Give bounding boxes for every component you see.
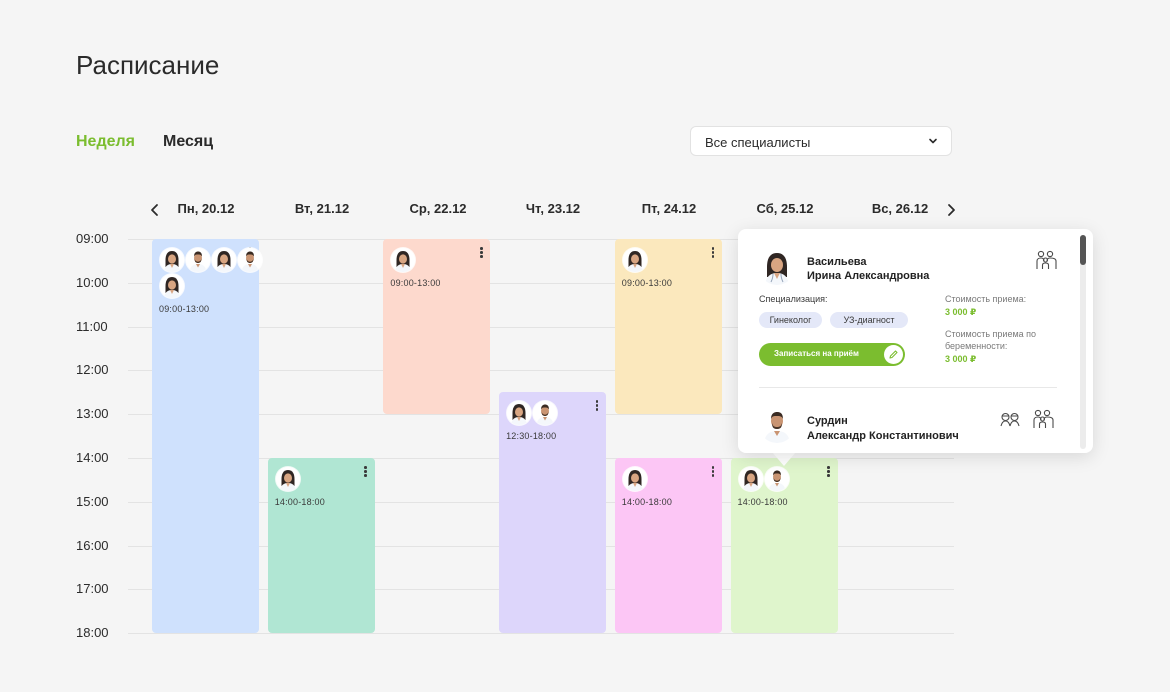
female-doctor-avatar-icon[interactable] xyxy=(507,401,532,426)
schedule-block[interactable]: 09:00-13:00 xyxy=(383,239,491,415)
time-label: 14:00 xyxy=(76,450,109,465)
doctor-last-name: Васильева xyxy=(807,256,867,268)
specialist-filter-select[interactable]: Все специалисты xyxy=(690,126,952,156)
page-title: Расписание xyxy=(76,50,220,80)
specialization-label: Специализация: xyxy=(759,294,828,304)
day-header-sat: Сб, 25.12 xyxy=(756,201,814,216)
doctor-avatar xyxy=(759,249,795,285)
specialization-chip-gynecologist: Гинеколог xyxy=(759,312,822,328)
doctor-avatar xyxy=(759,407,795,443)
female-doctor-avatar-icon[interactable] xyxy=(738,467,763,491)
more-options-icon[interactable] xyxy=(363,466,369,478)
block-time-range: 14:00-18:00 xyxy=(274,497,325,507)
time-label: 15:00 xyxy=(76,493,109,509)
time-label: 13:00 xyxy=(76,406,109,422)
block-time-range: 12:30-18:00 xyxy=(506,431,557,442)
female-doctor-avatar-icon xyxy=(759,249,795,285)
female-doctor-avatar-icon[interactable] xyxy=(391,248,416,272)
chevron-down-icon xyxy=(929,138,937,144)
female-doctor-avatar-icon[interactable] xyxy=(160,248,184,272)
more-options-icon[interactable] xyxy=(478,247,484,259)
tab-week[interactable]: Неделя xyxy=(76,133,135,151)
popup-scrollbar-track xyxy=(1080,235,1086,449)
time-label: 16:00 xyxy=(76,537,109,553)
doctor-first-names: Ирина Александровна xyxy=(807,270,930,282)
male-doctor-avatar-icon[interactable] xyxy=(533,401,558,426)
more-options-icon[interactable] xyxy=(826,466,832,478)
book-appointment-label: Записаться на приём xyxy=(774,349,859,358)
schedule-block[interactable]: 12:30-18:00 xyxy=(499,392,607,634)
female-doctor-avatar-icon[interactable] xyxy=(275,467,300,491)
doctor-info-popup: Васильева Ирина Александровна Специализа… xyxy=(738,229,1093,453)
time-label: 11:00 xyxy=(76,318,108,334)
more-options-icon[interactable] xyxy=(710,247,716,259)
day-header-wed: Ср, 22.12 xyxy=(409,201,467,216)
female-doctor-avatar-icon[interactable] xyxy=(160,274,184,298)
female-doctor-avatar-icon[interactable] xyxy=(212,248,236,272)
day-header-mon: Пн, 20.12 xyxy=(177,201,235,216)
schedule-block[interactable]: 09:00-13:00 xyxy=(614,239,722,415)
female-doctor-avatar-icon[interactable] xyxy=(622,467,647,491)
time-label: 10:00 xyxy=(76,274,109,290)
popup-scrollbar-thumb[interactable] xyxy=(1080,235,1086,265)
schedule-block[interactable]: 14:00-18:00 xyxy=(614,458,722,634)
block-time-range: 14:00-18:00 xyxy=(621,497,673,507)
family-icon xyxy=(1033,409,1054,428)
price-value: 3 000 ₽ xyxy=(945,307,977,317)
schedule-block[interactable]: 09:00-13:00 xyxy=(152,239,262,634)
doctor-last-name: Сурдин xyxy=(807,415,848,427)
popup-pointer xyxy=(772,452,796,466)
day-header-thu: Чт, 23.12 xyxy=(525,201,581,216)
hour-grid-line xyxy=(128,633,954,635)
female-doctor-avatar-icon[interactable] xyxy=(622,248,647,272)
male-doctor-avatar-icon[interactable] xyxy=(238,248,262,272)
block-time-range: 14:00-18:00 xyxy=(737,497,788,507)
male-doctor-avatar-icon[interactable] xyxy=(186,248,210,272)
price-label: Стоимость приема: xyxy=(945,294,1027,304)
male-doctor-avatar-icon[interactable] xyxy=(764,467,789,491)
day-header-sun: Вс, 26.12 xyxy=(871,201,929,216)
pencil-icon xyxy=(884,345,903,364)
schedule-block[interactable]: 14:00-18:00 xyxy=(730,458,838,634)
family-icon xyxy=(1036,250,1057,269)
schedule-block[interactable]: 14:00-18:00 xyxy=(267,458,375,634)
block-time-range: 09:00-13:00 xyxy=(390,278,441,288)
tab-month[interactable]: Месяц xyxy=(163,133,213,151)
time-label: 18:00 xyxy=(76,625,109,641)
book-appointment-button[interactable]: Записаться на приём xyxy=(759,343,905,366)
more-options-icon[interactable] xyxy=(710,466,716,478)
day-header-fri: Пт, 24.12 xyxy=(641,201,697,216)
time-label: 09:00 xyxy=(76,231,109,246)
pregnancy-price-label: Стоимость приема по беременности: xyxy=(945,329,1037,351)
male-doctor-avatar-icon xyxy=(759,407,795,443)
specialization-chip-ultrasound: УЗ-диагност xyxy=(830,312,908,328)
block-time-range: 09:00-13:00 xyxy=(159,304,210,314)
time-label: 12:00 xyxy=(76,362,109,378)
doctor-divider xyxy=(759,387,1057,388)
time-label: 17:00 xyxy=(76,581,109,597)
specialist-filter-value: Все специалисты xyxy=(705,135,811,150)
doctor-first-names: Александр Константинович xyxy=(807,430,959,442)
block-time-range: 09:00-13:00 xyxy=(621,278,673,288)
elderly-couple-icon xyxy=(1000,412,1020,427)
pregnancy-price-value: 3 000 ₽ xyxy=(945,354,977,364)
day-header-tue: Вт, 21.12 xyxy=(294,201,350,216)
more-options-icon[interactable] xyxy=(594,400,600,412)
